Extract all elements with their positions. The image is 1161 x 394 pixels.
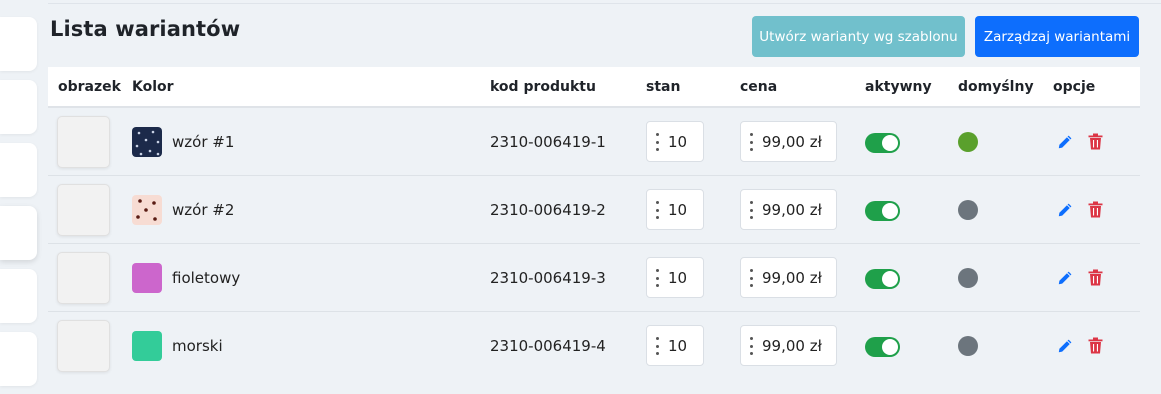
edit-icon[interactable] — [1057, 202, 1073, 218]
product-code: 2310-006419-4 — [490, 337, 606, 355]
color-swatch-pink-dots — [132, 195, 162, 225]
product-code: 2310-006419-3 — [490, 269, 606, 287]
default-indicator[interactable] — [958, 132, 978, 152]
stock-input[interactable]: 10 — [646, 121, 704, 162]
table-row: morski 2310-006419-4 10 99,00 zł — [48, 312, 1140, 380]
drag-handle-icon — [655, 337, 659, 355]
table-row: fioletowy 2310-006419-3 10 99,00 zł — [48, 244, 1140, 312]
edit-icon[interactable] — [1057, 270, 1073, 286]
manage-variants-button[interactable]: Zarządzaj wariantami — [975, 16, 1139, 57]
color-name: wzór #2 — [172, 201, 235, 219]
default-indicator[interactable] — [958, 268, 978, 288]
product-code: 2310-006419-1 — [490, 133, 606, 151]
price-input[interactable]: 99,00 zł — [740, 189, 837, 230]
column-header-color: Kolor — [132, 79, 174, 95]
variant-image-placeholder[interactable] — [57, 252, 110, 304]
active-toggle[interactable] — [865, 201, 900, 221]
create-from-template-button[interactable]: Utwórz warianty wg szablonu — [752, 16, 965, 57]
drag-handle-icon — [749, 201, 753, 219]
color-name: wzór #1 — [172, 133, 235, 151]
drag-handle-icon — [749, 269, 753, 287]
variant-image-placeholder[interactable] — [57, 184, 110, 236]
column-header-price: cena — [740, 79, 778, 95]
trash-icon[interactable] — [1088, 201, 1103, 218]
edit-icon[interactable] — [1057, 338, 1073, 354]
left-sidebar — [0, 0, 40, 394]
trash-icon[interactable] — [1088, 269, 1103, 286]
trash-icon[interactable] — [1088, 337, 1103, 354]
active-toggle[interactable] — [865, 133, 900, 153]
color-swatch-sea-green — [132, 331, 162, 361]
stock-input[interactable]: 10 — [646, 325, 704, 366]
sidebar-item[interactable] — [0, 332, 37, 386]
price-input[interactable]: 99,00 zł — [740, 257, 837, 298]
sidebar-item[interactable] — [0, 269, 37, 323]
price-value: 99,00 zł — [762, 201, 822, 219]
active-toggle[interactable] — [865, 269, 900, 289]
sidebar-item[interactable] — [0, 206, 37, 260]
stock-input[interactable]: 10 — [646, 189, 704, 230]
column-header-image: obrazek — [58, 79, 121, 95]
page-title: Lista wariantów — [50, 17, 241, 41]
price-input[interactable]: 99,00 zł — [740, 325, 837, 366]
active-toggle[interactable] — [865, 337, 900, 357]
drag-handle-icon — [749, 133, 753, 151]
trash-icon[interactable] — [1088, 133, 1103, 150]
column-header-active: aktywny — [865, 79, 932, 95]
divider — [48, 3, 1161, 4]
drag-handle-icon — [655, 269, 659, 287]
variant-image-placeholder[interactable] — [57, 320, 110, 372]
stock-value: 10 — [668, 337, 688, 355]
stock-value: 10 — [668, 133, 688, 151]
color-name: morski — [172, 337, 223, 355]
stock-value: 10 — [668, 269, 688, 287]
price-value: 99,00 zł — [762, 269, 822, 287]
color-name: fioletowy — [172, 269, 241, 287]
column-header-stock: stan — [646, 79, 681, 95]
variant-image-placeholder[interactable] — [57, 116, 110, 168]
price-input[interactable]: 99,00 zł — [740, 121, 837, 162]
table-row: wzór #1 2310-006419-1 10 99,00 zł — [48, 108, 1140, 176]
drag-handle-icon — [655, 201, 659, 219]
sidebar-item[interactable] — [0, 80, 37, 134]
price-value: 99,00 zł — [762, 133, 822, 151]
column-header-options: opcje — [1053, 79, 1096, 95]
stock-input[interactable]: 10 — [646, 257, 704, 298]
column-header-default: domyślny — [958, 79, 1034, 95]
table-row: wzór #2 2310-006419-2 10 99,00 zł — [48, 176, 1140, 244]
sidebar-item[interactable] — [0, 143, 37, 197]
table-header: obrazek Kolor kod produktu stan cena akt… — [48, 67, 1140, 108]
drag-handle-icon — [749, 337, 753, 355]
variants-table: obrazek Kolor kod produktu stan cena akt… — [48, 67, 1140, 380]
color-swatch-navy-dots — [132, 127, 162, 157]
price-value: 99,00 zł — [762, 337, 822, 355]
product-code: 2310-006419-2 — [490, 201, 606, 219]
sidebar-item[interactable] — [0, 17, 37, 71]
stock-value: 10 — [668, 201, 688, 219]
edit-icon[interactable] — [1057, 134, 1073, 150]
column-header-code: kod produktu — [490, 79, 596, 95]
default-indicator[interactable] — [958, 200, 978, 220]
drag-handle-icon — [655, 133, 659, 151]
default-indicator[interactable] — [958, 336, 978, 356]
color-swatch-violet — [132, 263, 162, 293]
